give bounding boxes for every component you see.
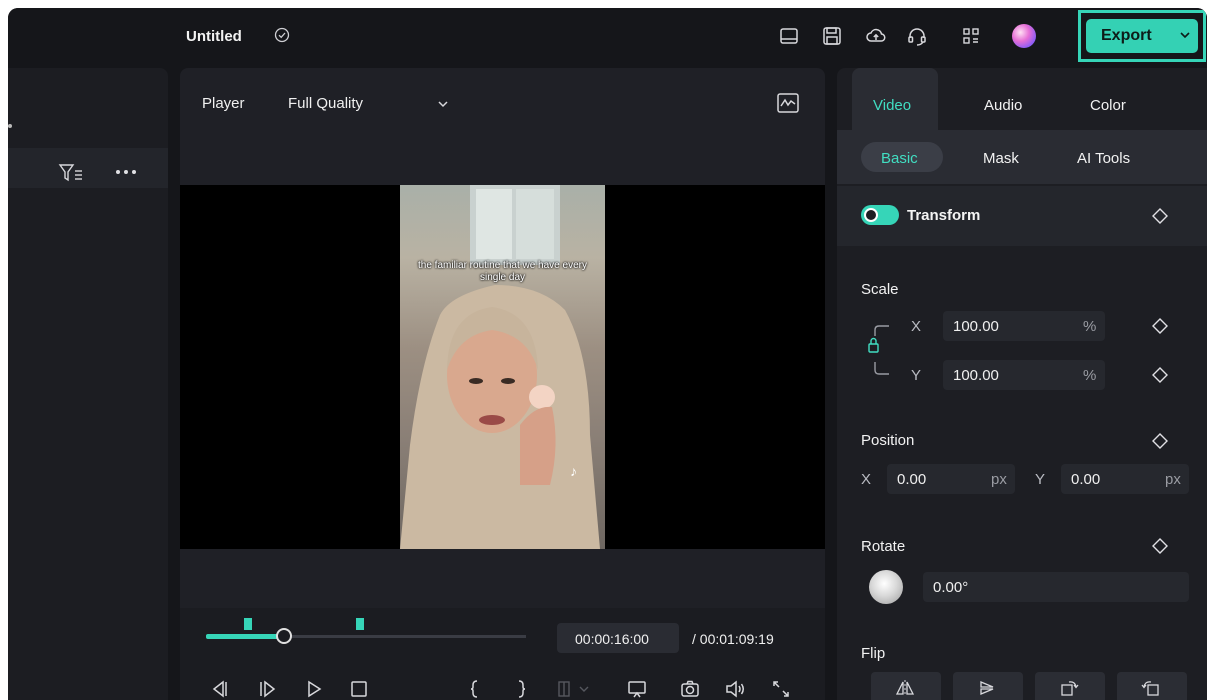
flip-horizontal-icon bbox=[895, 680, 915, 696]
play-icon[interactable] bbox=[303, 678, 325, 700]
keyframe-diamond-icon[interactable] bbox=[1151, 432, 1169, 450]
export-highlight: Export bbox=[1078, 10, 1206, 62]
tab-color[interactable]: Color bbox=[1090, 97, 1126, 114]
keyframe-diamond-icon[interactable] bbox=[1151, 537, 1169, 555]
video-caption: the familiar routine that we have every … bbox=[418, 260, 587, 283]
current-time-field[interactable]: 00:00:16:00 bbox=[557, 623, 679, 653]
playhead-handle[interactable] bbox=[276, 628, 292, 644]
rotate-input[interactable]: 0.00° bbox=[923, 572, 1189, 602]
volume-icon[interactable] bbox=[724, 678, 746, 700]
editor-window: Untitled Export Player Full Quality the … bbox=[8, 8, 1207, 700]
flip-vertical-icon bbox=[980, 681, 994, 695]
scale-label: Scale bbox=[861, 281, 899, 298]
tab-video[interactable]: Video bbox=[873, 97, 911, 114]
mark-out-flag[interactable] bbox=[356, 618, 364, 630]
export-label: Export bbox=[1101, 27, 1152, 44]
scale-y-axis: Y bbox=[911, 367, 922, 384]
preview-canvas[interactable]: the familiar routine that we have every … bbox=[180, 185, 825, 549]
rotate-clockwise-icon bbox=[1061, 681, 1079, 696]
total-duration: / 00:01:09:19 bbox=[692, 631, 774, 647]
cloud-upload-icon[interactable] bbox=[865, 25, 887, 47]
project-title[interactable]: Untitled bbox=[186, 28, 242, 45]
position-x-unit: px bbox=[991, 471, 1007, 488]
rotate-clockwise-button[interactable] bbox=[1035, 672, 1105, 700]
position-label: Position bbox=[861, 432, 915, 449]
flip-horizontal-button[interactable] bbox=[871, 672, 941, 700]
snapshot-camera-icon[interactable] bbox=[679, 678, 701, 700]
mark-out-icon[interactable] bbox=[510, 678, 532, 700]
rotate-counterclockwise-icon bbox=[1141, 681, 1159, 696]
apps-grid-icon[interactable] bbox=[960, 25, 982, 47]
subtab-mask[interactable]: Mask bbox=[983, 150, 1019, 167]
keyframe-diamond-icon[interactable] bbox=[1151, 317, 1169, 335]
fullscreen-icon[interactable] bbox=[770, 678, 792, 700]
inspector-panel: Video Audio Color Basic Mask AI Tools Tr… bbox=[837, 68, 1207, 700]
display-settings-icon[interactable] bbox=[626, 678, 648, 700]
rotate-value: 0.00° bbox=[933, 579, 969, 596]
scrub-progress bbox=[206, 634, 284, 639]
media-panel bbox=[8, 68, 168, 700]
insert-clip-icon bbox=[558, 681, 589, 697]
transform-section-header: Transform bbox=[837, 186, 1207, 246]
lock-link-icon[interactable] bbox=[865, 322, 895, 390]
flip-label: Flip bbox=[861, 645, 886, 662]
waveform-monitor-icon[interactable] bbox=[776, 92, 800, 114]
scale-x-axis: X bbox=[911, 318, 922, 335]
keyframe-diamond-icon[interactable] bbox=[1151, 366, 1169, 384]
position-x-value: 0.00 bbox=[897, 471, 927, 488]
player-label: Player bbox=[202, 95, 245, 112]
previous-frame-icon[interactable] bbox=[208, 678, 230, 700]
filter-icon[interactable] bbox=[58, 162, 84, 184]
avatar[interactable] bbox=[1012, 24, 1036, 48]
subtab-ai-tools[interactable]: AI Tools bbox=[1077, 150, 1130, 167]
headset-icon[interactable] bbox=[906, 25, 928, 47]
rotate-label: Rotate bbox=[861, 538, 906, 555]
video-frame: the familiar routine that we have every … bbox=[400, 185, 605, 549]
position-y-unit: px bbox=[1165, 471, 1181, 488]
subtab-basic[interactable]: Basic bbox=[881, 150, 918, 167]
scale-x-unit: % bbox=[1083, 318, 1097, 335]
save-icon[interactable] bbox=[821, 25, 843, 47]
flip-vertical-button[interactable] bbox=[953, 672, 1023, 700]
tiktok-watermark-icon: ♪ bbox=[570, 463, 577, 479]
quality-select[interactable]: Full Quality bbox=[288, 95, 363, 112]
saved-check-icon bbox=[274, 27, 290, 43]
player-panel: Player Full Quality the familiar routine… bbox=[180, 68, 825, 700]
current-time: 00:00:16:00 bbox=[575, 631, 649, 647]
subtab-bar: Basic Mask AI Tools bbox=[837, 130, 1207, 184]
layout-icon[interactable] bbox=[778, 25, 800, 47]
position-y-axis: Y bbox=[1035, 471, 1046, 488]
media-toolbar bbox=[8, 148, 168, 188]
export-button[interactable]: Export bbox=[1086, 19, 1198, 53]
position-y-value: 0.00 bbox=[1071, 471, 1101, 488]
chevron-down-icon bbox=[1180, 32, 1190, 39]
stop-icon[interactable] bbox=[348, 678, 370, 700]
top-bar: Untitled Export bbox=[8, 8, 1207, 64]
chevron-down-icon[interactable] bbox=[437, 98, 449, 110]
mark-in-flag[interactable] bbox=[244, 618, 252, 630]
scale-y-input[interactable]: 100.00 % bbox=[943, 360, 1105, 390]
scale-x-input[interactable]: 100.00 % bbox=[943, 311, 1105, 341]
position-y-input[interactable]: 0.00 px bbox=[1061, 464, 1189, 494]
keyframe-diamond-icon[interactable] bbox=[1151, 207, 1169, 225]
next-frame-icon[interactable] bbox=[257, 678, 279, 700]
tab-audio[interactable]: Audio bbox=[984, 97, 1022, 114]
scale-x-value: 100.00 bbox=[953, 318, 999, 335]
scale-y-value: 100.00 bbox=[953, 367, 999, 384]
more-options-icon[interactable] bbox=[114, 162, 138, 182]
scale-y-unit: % bbox=[1083, 367, 1097, 384]
rotate-dial[interactable] bbox=[869, 570, 903, 604]
position-x-input[interactable]: 0.00 px bbox=[887, 464, 1015, 494]
video-scene bbox=[400, 185, 600, 549]
panel-edge-dot bbox=[8, 124, 12, 128]
mark-in-icon[interactable] bbox=[464, 678, 486, 700]
transform-toggle[interactable] bbox=[861, 205, 899, 225]
position-x-axis: X bbox=[861, 471, 872, 488]
rotate-counterclockwise-button[interactable] bbox=[1117, 672, 1187, 700]
transform-label: Transform bbox=[907, 207, 981, 224]
